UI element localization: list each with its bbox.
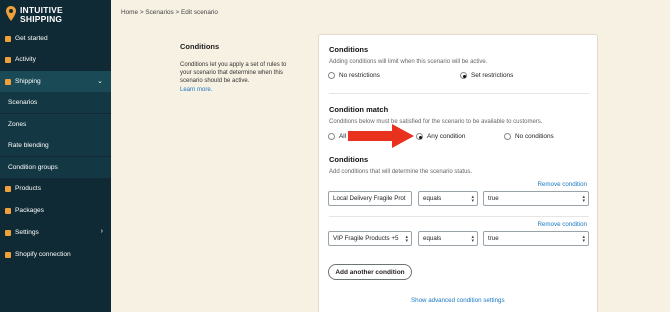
sidebar-item-zones[interactable]: Zones: [0, 114, 111, 135]
sidebar-item-rate-blending[interactable]: Rate blending: [0, 135, 111, 156]
sidebar-item-label: Activity: [15, 56, 36, 63]
sidebar-item-packages[interactable]: Packages: [0, 200, 111, 221]
breadcrumb[interactable]: Home > Scenarios > Edit scenario: [121, 9, 218, 16]
select-arrows-icon: ▴ ▾: [471, 234, 474, 244]
sidebar-item-label: Condition groups: [8, 164, 58, 171]
conditions-title: Conditions: [329, 45, 369, 54]
divider: [329, 93, 589, 94]
sidebar-item-label: Rate blending: [8, 142, 49, 149]
condition-operator-select[interactable]: equals ▴ ▾: [418, 191, 478, 206]
radio-label: All: [339, 133, 347, 140]
select-arrows-icon: ▴ ▾: [582, 234, 585, 244]
radio-no-conditions[interactable]: No conditions: [504, 133, 554, 140]
condition-value-select[interactable]: true ▴ ▾: [483, 231, 589, 246]
tag-icon: [5, 185, 11, 192]
radio-circle: [328, 72, 335, 79]
sidebar-item-shipping[interactable]: Shipping ⌄: [0, 71, 111, 92]
chevron-down-icon: ⌄: [97, 78, 103, 85]
sidebar-item-activity[interactable]: Activity: [0, 49, 111, 70]
sidebar-item-scenarios[interactable]: Scenarios: [0, 92, 111, 113]
sidebar-item-label: Shipping: [15, 78, 41, 85]
sidebar-item-label: Shopify connection: [15, 251, 71, 258]
section-title: Conditions: [180, 42, 220, 51]
remove-condition-link[interactable]: Remove condition: [537, 181, 587, 188]
radio-all[interactable]: All: [328, 133, 346, 140]
radio-any-condition[interactable]: Any condition: [416, 133, 465, 140]
condition-operator-select[interactable]: equals ▴ ▾: [418, 231, 478, 246]
sidebar-item-label: Settings: [15, 229, 39, 236]
sidebar-item-label: Scenarios: [8, 99, 38, 106]
chevron-right-icon: ›: [100, 228, 103, 235]
activity-icon: [5, 56, 11, 63]
condition-value-select[interactable]: true ▴ ▾: [483, 191, 589, 206]
sidebar-item-label: Zones: [8, 121, 27, 128]
learn-more-link[interactable]: Learn more.: [180, 86, 290, 94]
divider: [329, 216, 589, 217]
radio-label: No conditions: [515, 133, 554, 140]
app-logo[interactable]: INTUITIVE SHIPPING: [6, 6, 63, 24]
select-arrows-icon: ▴ ▾: [405, 234, 408, 244]
radio-circle: [504, 133, 511, 140]
red-arrow-annotation: [348, 124, 414, 148]
radio-circle-selected: [460, 72, 467, 79]
location-pin-icon: [6, 6, 16, 21]
remove-condition-link[interactable]: Remove condition: [537, 221, 587, 228]
conditions-description: Adding conditions will limit when this s…: [329, 59, 488, 65]
logo-line-2: SHIPPING: [20, 14, 63, 24]
sidebar-item-settings[interactable]: Settings ›: [0, 222, 111, 243]
rocket-icon: [5, 35, 11, 42]
condition-match-title: Condition match: [329, 105, 389, 114]
select-value: equals: [423, 195, 442, 202]
select-value: Local Delivery Fragile Prot: [333, 195, 406, 202]
sidebar-item-get-started[interactable]: Get started: [0, 28, 111, 49]
link-icon: [5, 251, 11, 258]
radio-no-restrictions[interactable]: No restrictions: [328, 72, 380, 79]
show-advanced-settings-link[interactable]: Show advanced condition settings: [411, 297, 505, 304]
radio-circle-selected: [416, 133, 423, 140]
sidebar-item-label: Get started: [15, 35, 48, 42]
select-arrows-icon: ▴ ▾: [471, 194, 474, 204]
sidebar-item-condition-groups[interactable]: Condition groups: [0, 157, 111, 178]
select-value: true: [488, 235, 499, 242]
radio-label: Set restrictions: [471, 72, 514, 79]
condition-field-select[interactable]: VIP Fragile Products +5 ▴ ▾: [328, 231, 412, 246]
radio-label: Any condition: [427, 133, 466, 140]
gear-icon: [5, 229, 11, 236]
add-another-condition-button[interactable]: Add another condition: [328, 264, 412, 280]
radio-circle: [328, 133, 335, 140]
section-description: Conditions let you apply a set of rules …: [180, 61, 290, 94]
sidebar-item-label: Products: [15, 185, 42, 192]
box-icon: [5, 207, 11, 214]
sidebar-item-shopify-connection[interactable]: Shopify connection: [0, 244, 111, 265]
select-value: equals: [423, 235, 442, 242]
condition-field-select[interactable]: Local Delivery Fragile Prot: [328, 191, 412, 206]
radio-set-restrictions[interactable]: Set restrictions: [460, 72, 513, 79]
conditions-list-description: Add conditions that will determine the s…: [329, 169, 473, 175]
conditions-list-title: Conditions: [329, 155, 369, 164]
select-arrows-icon: ▴ ▾: [582, 194, 585, 204]
sidebar: INTUITIVE SHIPPING Get started Activity …: [0, 0, 111, 312]
sidebar-item-label: Packages: [15, 207, 44, 214]
select-value: true: [488, 195, 499, 202]
section-description-text: Conditions let you apply a set of rules …: [180, 62, 287, 85]
select-value: VIP Fragile Products +5: [333, 235, 399, 242]
sidebar-item-products[interactable]: Products: [0, 178, 111, 199]
conditions-card: Conditions Adding conditions will limit …: [318, 34, 598, 312]
truck-icon: [5, 78, 11, 85]
radio-label: No restrictions: [339, 72, 380, 79]
